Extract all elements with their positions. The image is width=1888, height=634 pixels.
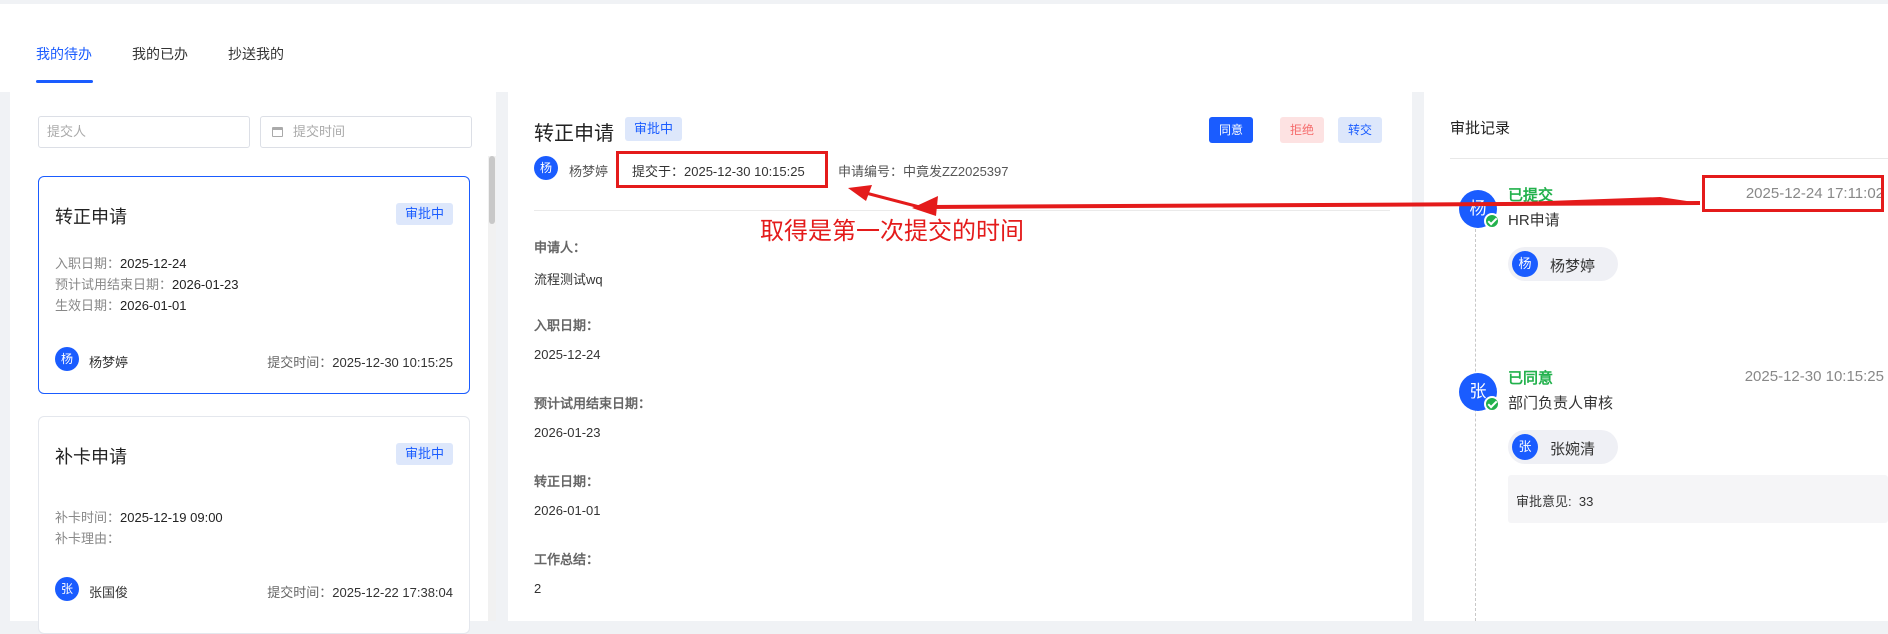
annotation-arrows (848, 185, 1701, 216)
annotation-note: 取得是第一次提交的时间 (760, 218, 1024, 245)
